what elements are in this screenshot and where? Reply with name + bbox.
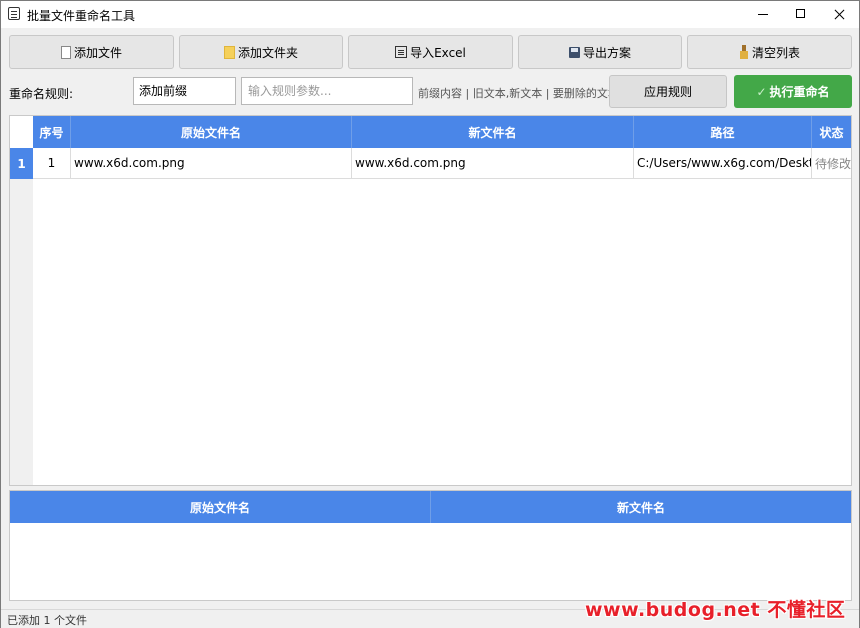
table-corner	[10, 116, 33, 148]
clear-list-button[interactable]: 清空列表	[687, 35, 852, 69]
app-icon	[8, 7, 20, 20]
apply-rule-label: 应用规则	[643, 85, 692, 99]
status-text: 已添加 1 个文件	[7, 614, 87, 627]
save-icon	[568, 46, 580, 58]
import-excel-button[interactable]: 导入Excel	[348, 35, 513, 69]
maximize-button[interactable]	[781, 1, 821, 28]
col-header-index[interactable]: 序号	[33, 116, 71, 148]
file-table: 序号 原始文件名 新文件名 路径 状态 1 1 www.x6d.com.png …	[9, 115, 852, 486]
broom-icon	[739, 45, 749, 59]
preview-header-original[interactable]: 原始文件名	[10, 491, 431, 523]
col-header-path[interactable]: 路径	[634, 116, 812, 148]
check-icon: ✓	[756, 84, 767, 99]
maximize-icon	[796, 9, 805, 18]
execute-rename-button[interactable]: ✓ 执行重命名	[734, 75, 852, 108]
file-icon	[60, 45, 71, 59]
close-button[interactable]	[820, 1, 860, 28]
col-header-new-name[interactable]: 新文件名	[352, 116, 634, 148]
title-bar: 批量文件重命名工具	[1, 1, 859, 28]
preview-header-new-name[interactable]: 新文件名	[431, 491, 851, 523]
preview-table: 原始文件名 新文件名	[9, 490, 852, 601]
minimize-icon	[758, 14, 768, 15]
apply-rule-button[interactable]: 应用规则	[609, 75, 727, 108]
rule-label: 重命名规则:	[9, 87, 74, 101]
main-window: 批量文件重命名工具 添加文件 添加文件夹 导入Excel 导出方案 清空列表 重…	[0, 0, 860, 628]
execute-rename-label: 执行重命名	[769, 85, 830, 99]
cell-index[interactable]: 1	[33, 148, 71, 179]
export-plan-label: 导出方案	[582, 45, 631, 60]
rule-select[interactable]: 添加前缀	[133, 77, 236, 105]
rule-hint: 前缀内容 | 旧文本,新文本 | 要删除的文本	[418, 87, 619, 100]
add-file-label: 添加文件	[73, 45, 122, 60]
col-header-status[interactable]: 状态	[812, 116, 851, 148]
cell-original-name[interactable]: www.x6d.com.png	[71, 148, 352, 179]
row-header[interactable]: 1	[10, 148, 33, 179]
minimize-button[interactable]	[744, 1, 784, 28]
add-folder-label: 添加文件夹	[237, 45, 298, 60]
watermark: www.budog.net 不懂社区	[585, 599, 846, 621]
export-plan-button[interactable]: 导出方案	[518, 35, 682, 69]
cell-status[interactable]: 待修改	[812, 148, 851, 179]
import-excel-label: 导入Excel	[410, 45, 466, 60]
folder-icon	[223, 45, 235, 59]
col-header-original[interactable]: 原始文件名	[71, 116, 352, 148]
add-folder-button[interactable]: 添加文件夹	[179, 35, 343, 69]
add-file-button[interactable]: 添加文件	[9, 35, 174, 69]
cell-new-name[interactable]: www.x6d.com.png	[352, 148, 634, 179]
rule-param-input[interactable]	[241, 77, 413, 105]
window-title: 批量文件重命名工具	[27, 9, 136, 23]
document-icon	[395, 46, 408, 58]
clear-list-label: 清空列表	[751, 45, 800, 60]
cell-path[interactable]: C:/Users/www.x6g.com/Desktop	[634, 148, 812, 179]
